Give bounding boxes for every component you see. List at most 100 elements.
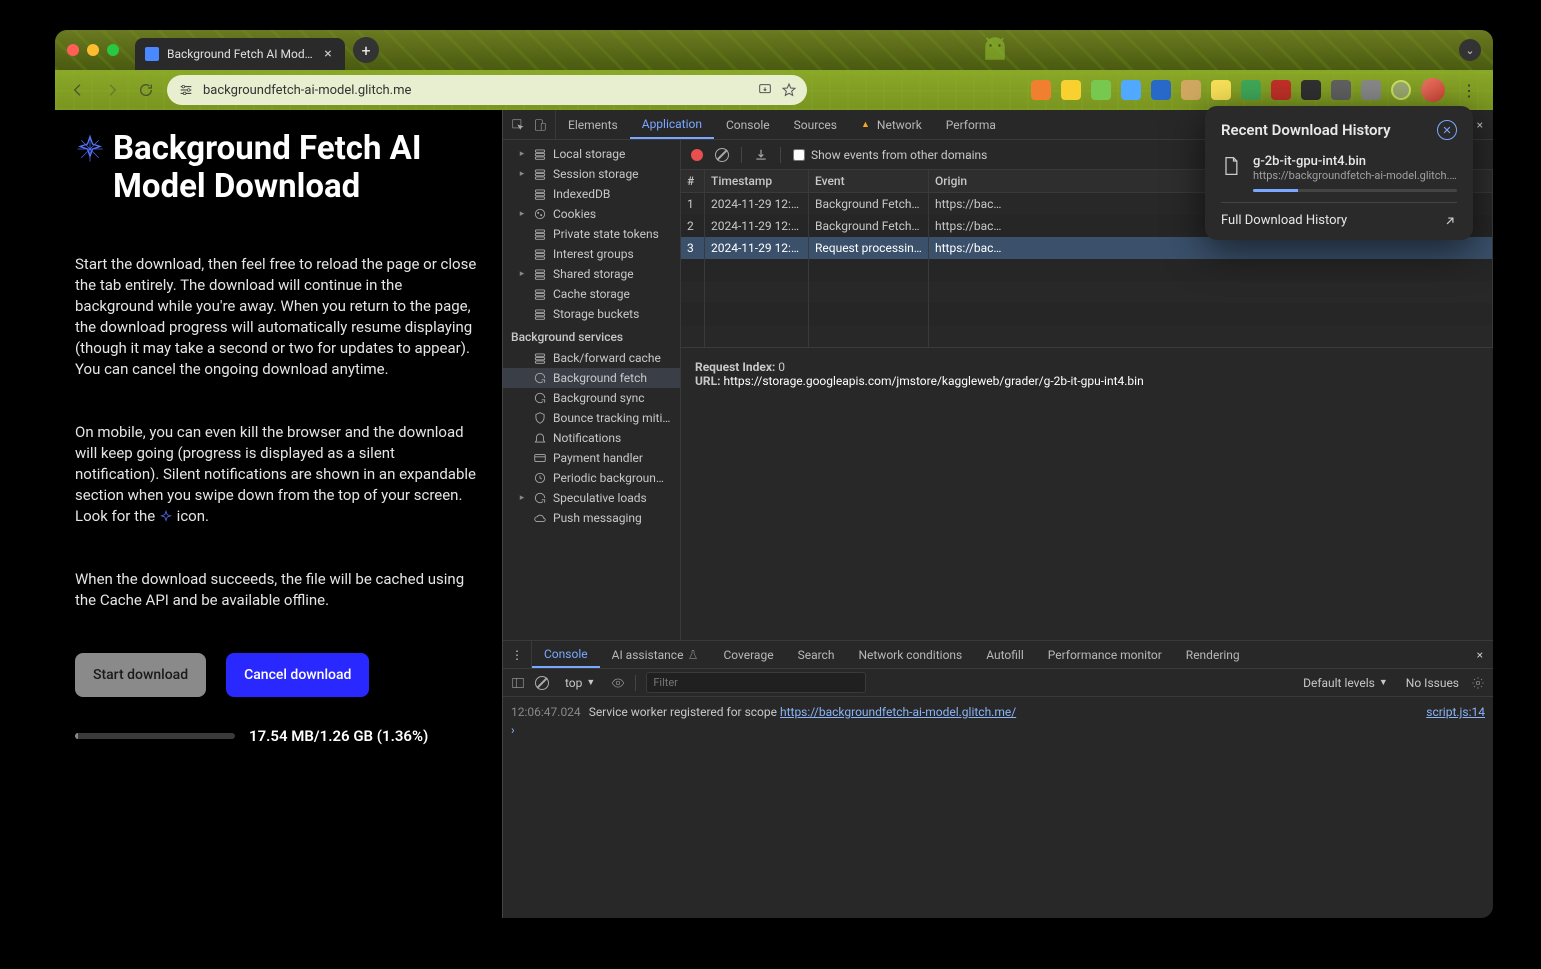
drawer-tab-autofill[interactable]: Autofill [974,641,1036,668]
extension-icon[interactable] [1121,80,1141,100]
new-tab-button[interactable]: + [353,37,379,63]
tab-close-button[interactable]: × [321,47,335,61]
install-app-icon[interactable] [757,82,773,98]
reload-button[interactable] [133,77,159,103]
drawer-tab-ai[interactable]: AI assistance [600,641,712,668]
sidebar-item[interactable]: Private state tokens [503,224,680,244]
extension-icon[interactable] [1091,80,1111,100]
extension-icon[interactable] [1301,80,1321,100]
download-item[interactable]: g-2b-it-gpu-int4.bin https://backgroundf… [1221,154,1457,192]
start-download-button[interactable]: Start download [75,653,206,697]
address-bar[interactable]: backgroundfetch-ai-model.glitch.me [167,75,807,105]
sidebar-item-label: Push messaging [553,511,642,525]
context-selector[interactable]: top ▼ [559,674,601,692]
devtools-close-button[interactable]: × [1477,118,1483,132]
sidebar-item[interactable]: Bounce tracking miti… [503,408,680,428]
favicon-icon [145,47,159,61]
drawer-tab-search[interactable]: Search [786,641,847,668]
drawer-menu-button[interactable]: ⋮ [511,648,523,662]
drawer-tab-coverage[interactable]: Coverage [711,641,785,668]
forward-button[interactable] [99,77,125,103]
site-settings-icon[interactable] [177,81,195,99]
back-button[interactable] [65,77,91,103]
tab-network[interactable]: Network [849,110,934,139]
download-history-popup: Recent Download History ✕ g-2b-it-gpu-in… [1205,106,1473,240]
drawer-tab-perf-monitor[interactable]: Performance monitor [1036,641,1174,668]
live-expression-icon[interactable] [611,676,625,690]
sidebar-item[interactable]: Push messaging [503,508,680,528]
console-source-link[interactable]: script.js:14 [1426,705,1485,719]
console-settings-icon[interactable] [1471,676,1485,690]
extension-icon[interactable] [1331,80,1351,100]
full-download-history-link[interactable]: Full Download History [1221,213,1457,228]
extensions-menu-icon[interactable] [1391,80,1411,100]
sidebar-item-label: Interest groups [553,247,634,261]
console-filter-input[interactable] [646,672,866,693]
extension-icons: ⋮ [1031,78,1483,102]
sidebar-item[interactable]: ▸Cookies [503,204,680,224]
console-clear-button[interactable] [535,676,549,690]
extension-icon[interactable] [1361,80,1381,100]
sparkle-icon [159,510,173,524]
clear-button[interactable] [715,148,729,162]
tab-performance[interactable]: Performa [934,110,1008,139]
sidebar-item[interactable]: Periodic backgroun… [503,468,680,488]
intro-paragraph-2: On mobile, you can even kill the browser… [75,422,482,527]
sidebar-item[interactable]: Background sync [503,388,680,408]
save-icon[interactable] [754,148,768,162]
console-link[interactable]: https://backgroundfetch-ai-model.glitch.… [780,705,1016,719]
extension-icon[interactable] [1271,80,1291,100]
window-minimize-button[interactable] [87,44,99,56]
browser-tab[interactable]: Background Fetch AI Model D × [135,38,345,70]
tab-overflow-button[interactable]: ⌄ [1459,39,1481,61]
sidebar-item[interactable]: Background fetch [503,368,680,388]
sidebar-item[interactable]: IndexedDB [503,184,680,204]
sidebar-item[interactable]: Payment handler [503,448,680,468]
tab-application[interactable]: Application [630,110,714,139]
show-other-domains-checkbox[interactable]: Show events from other domains [793,148,987,162]
extension-icon[interactable] [1241,80,1261,100]
cancel-download-button[interactable]: Cancel download [226,653,369,697]
sidebar-item[interactable]: ▸Session storage [503,164,680,184]
sidebar-item-icon [533,247,547,261]
sidebar-item[interactable]: Cache storage [503,284,680,304]
show-other-domains-input[interactable] [793,149,805,161]
window-maximize-button[interactable] [107,44,119,56]
sidebar-item[interactable]: ▸Speculative loads [503,488,680,508]
drawer-tab-rendering[interactable]: Rendering [1174,641,1252,668]
record-button[interactable] [691,149,703,161]
download-popup-close-button[interactable]: ✕ [1437,120,1457,140]
sidebar-item[interactable]: Storage buckets [503,304,680,324]
issues-button[interactable]: No Issues [1406,676,1459,690]
extension-icon[interactable] [1181,80,1201,100]
levels-selector[interactable]: Default levels ▼ [1297,674,1394,692]
drawer-tab-console[interactable]: Console [532,641,600,668]
sidebar-item[interactable]: ▸Local storage [503,144,680,164]
bookmark-icon[interactable] [781,82,797,98]
tab-sources[interactable]: Sources [782,110,849,139]
console-prompt[interactable]: › [511,721,1485,739]
console-body: 12:06:47.024 Service worker registered f… [503,697,1493,918]
window-close-button[interactable] [67,44,79,56]
extension-icon[interactable] [1061,80,1081,100]
sidebar-item[interactable]: Notifications [503,428,680,448]
inspect-icon[interactable] [511,118,525,132]
extension-icon[interactable] [1151,80,1171,100]
profile-avatar[interactable] [1421,78,1445,102]
console-sidebar-toggle-icon[interactable] [511,676,525,690]
tab-console[interactable]: Console [714,110,782,139]
page-content: Background Fetch AI Model Download Start… [55,110,502,918]
event-url-link[interactable]: https://storage.googleapis.com/jmstore/k… [723,374,1143,388]
browser-menu-button[interactable]: ⋮ [1455,81,1483,100]
extension-icon[interactable] [1211,80,1231,100]
sidebar-item[interactable]: Interest groups [503,244,680,264]
tab-elements[interactable]: Elements [556,110,630,139]
sidebar-item[interactable]: ▸Shared storage [503,264,680,284]
drawer-tab-network-conditions[interactable]: Network conditions [846,641,974,668]
sidebar-item-icon [533,167,547,181]
event-row[interactable]: 32024-11-29 12:…Request processin…https:… [681,237,1493,259]
device-toggle-icon[interactable] [533,118,547,132]
drawer-close-button[interactable]: × [1467,641,1493,668]
extension-icon[interactable] [1031,80,1051,100]
sidebar-item[interactable]: Back/forward cache [503,348,680,368]
